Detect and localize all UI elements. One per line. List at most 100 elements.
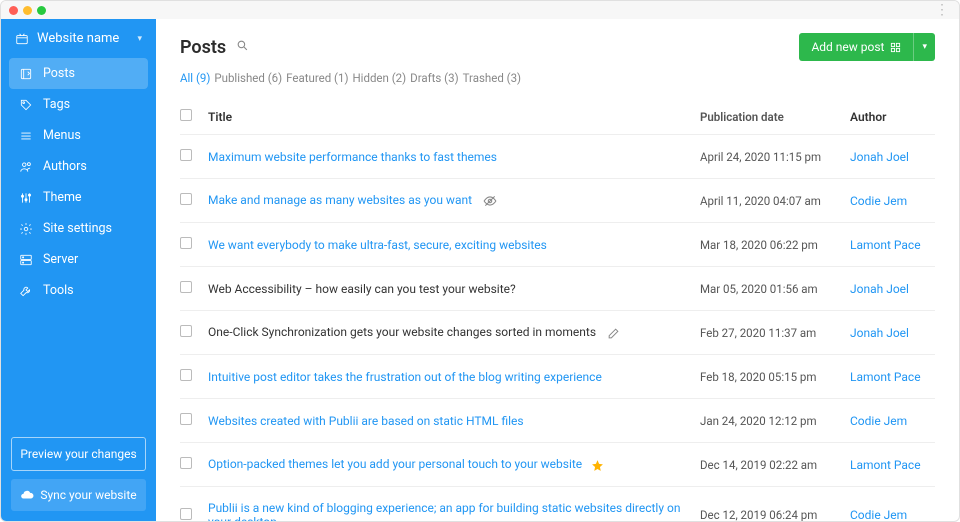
menu-icon: [19, 129, 33, 143]
post-date: Feb 18, 2020 05:15 pm: [700, 370, 850, 384]
add-post-dropdown[interactable]: ▾: [913, 33, 935, 61]
search-button[interactable]: [236, 39, 249, 56]
window-controls: [9, 6, 46, 15]
sidebar-item-tools[interactable]: Tools: [9, 275, 148, 306]
minimize-window-button[interactable]: [23, 6, 32, 15]
post-date: Mar 05, 2020 01:56 am: [700, 282, 850, 296]
filter-drafts[interactable]: Drafts (3): [410, 71, 458, 85]
sync-label: Sync your website: [40, 488, 136, 502]
draft-pencil-icon: [607, 327, 620, 340]
post-title-link[interactable]: Websites created with Publii are based o…: [208, 414, 524, 428]
sync-button[interactable]: Sync your website: [11, 479, 146, 511]
post-title-link[interactable]: Web Accessibility – how easily can you t…: [208, 282, 516, 296]
post-author-link[interactable]: Jonah Joel: [850, 282, 909, 296]
sidebar-item-label: Site settings: [43, 221, 112, 236]
featured-star-icon: [591, 459, 604, 472]
table-row: Web Accessibility – how easily can you t…: [180, 267, 935, 311]
row-checkbox[interactable]: [180, 508, 192, 520]
row-checkbox[interactable]: [180, 457, 192, 469]
sidebar-item-authors[interactable]: Authors: [9, 151, 148, 182]
preview-label: Preview your changes: [20, 447, 136, 461]
sidebar-item-label: Menus: [43, 128, 81, 143]
post-date: Dec 12, 2019 06:24 pm: [700, 508, 850, 521]
sidebar-item-label: Server: [43, 252, 78, 267]
table-row: Make and manage as many websites as you …: [180, 179, 935, 223]
more-menu-icon[interactable]: ⋮: [935, 3, 951, 17]
preview-button[interactable]: Preview your changes: [11, 437, 146, 471]
post-title-link[interactable]: Publii is a new kind of blogging experie…: [208, 501, 680, 521]
maximize-window-button[interactable]: [37, 6, 46, 15]
table-row: One-Click Synchronization gets your webs…: [180, 311, 935, 355]
server-icon: [19, 253, 33, 267]
column-author[interactable]: Author: [850, 110, 935, 124]
posts-icon: [19, 67, 33, 81]
post-title-link[interactable]: Option-packed themes let you add your pe…: [208, 457, 582, 471]
gear-icon: [19, 222, 33, 236]
post-title-link[interactable]: One-Click Synchronization gets your webs…: [208, 325, 596, 339]
select-all-checkbox[interactable]: [180, 109, 192, 121]
search-icon: [236, 39, 249, 52]
row-checkbox[interactable]: [180, 369, 192, 381]
post-title-link[interactable]: Maximum website performance thanks to fa…: [208, 150, 497, 164]
nav-list: Posts Tags Menus Authors Theme Site settings S…: [1, 58, 156, 306]
table-row: We want everybody to make ultra-fast, se…: [180, 223, 935, 267]
posts-table: Title Publication date Author Maximum we…: [180, 99, 935, 521]
post-date: Mar 18, 2020 06:22 pm: [700, 238, 850, 252]
add-post-group: Add new post ▾: [799, 33, 935, 61]
post-author-link[interactable]: Lamont Pace: [850, 238, 921, 252]
row-checkbox[interactable]: [180, 237, 192, 249]
page-title: Posts: [180, 37, 226, 58]
post-date: Dec 14, 2019 02:22 am: [700, 458, 850, 472]
sidebar-item-label: Tools: [43, 283, 74, 298]
post-author-link[interactable]: Lamont Pace: [850, 458, 921, 472]
post-author-link[interactable]: Codie Jem: [850, 508, 907, 521]
sidebar-item-menus[interactable]: Menus: [9, 120, 148, 151]
filter-all[interactable]: All (9): [180, 71, 210, 85]
sidebar-item-posts[interactable]: Posts: [9, 58, 148, 89]
user-icon: [19, 160, 33, 174]
post-date: Feb 27, 2020 11:37 am: [700, 326, 850, 340]
column-date[interactable]: Publication date: [700, 110, 850, 124]
filter-published[interactable]: Published (6): [214, 71, 282, 85]
sidebar-item-server[interactable]: Server: [9, 244, 148, 275]
table-row: Publii is a new kind of blogging experie…: [180, 487, 935, 521]
post-title-link[interactable]: We want everybody to make ultra-fast, se…: [208, 238, 547, 252]
table-row: Websites created with Publii are based o…: [180, 399, 935, 443]
post-date: Jan 24, 2020 12:12 pm: [700, 414, 850, 428]
sidebar: Website name ▾ Posts Tags Menus Authors Them…: [1, 19, 156, 521]
sidebar-item-theme[interactable]: Theme: [9, 182, 148, 213]
hidden-eye-icon: [483, 194, 497, 208]
post-author-link[interactable]: Codie Jem: [850, 414, 907, 428]
row-checkbox[interactable]: [180, 281, 192, 293]
site-selector[interactable]: Website name ▾: [1, 19, 156, 58]
row-checkbox[interactable]: [180, 193, 192, 205]
row-checkbox[interactable]: [180, 413, 192, 425]
window-titlebar: ⋮: [1, 1, 959, 19]
filter-trashed[interactable]: Trashed (3): [463, 71, 521, 85]
sidebar-item-site-settings[interactable]: Site settings: [9, 213, 148, 244]
sidebar-item-label: Tags: [43, 97, 70, 112]
cloud-sync-icon: [20, 488, 34, 502]
table-row: Maximum website performance thanks to fa…: [180, 135, 935, 179]
post-author-link[interactable]: Lamont Pace: [850, 370, 921, 384]
table-row: Intuitive post editor takes the frustrat…: [180, 355, 935, 399]
row-checkbox[interactable]: [180, 149, 192, 161]
post-author-link[interactable]: Jonah Joel: [850, 326, 909, 340]
sidebar-item-label: Authors: [43, 159, 87, 174]
post-author-link[interactable]: Jonah Joel: [850, 150, 909, 164]
main-content: Posts Add new post ▾ All (9) Published (6…: [156, 19, 959, 521]
post-title-link[interactable]: Make and manage as many websites as you …: [208, 193, 472, 207]
filter-hidden[interactable]: Hidden (2): [352, 71, 406, 85]
filter-featured[interactable]: Featured (1): [286, 71, 348, 85]
column-title[interactable]: Title: [208, 110, 700, 124]
add-post-button[interactable]: Add new post: [799, 33, 913, 61]
sidebar-item-label: Theme: [43, 190, 82, 205]
post-author-link[interactable]: Codie Jem: [850, 194, 907, 208]
sidebar-item-tags[interactable]: Tags: [9, 89, 148, 120]
post-title-link[interactable]: Intuitive post editor takes the frustrat…: [208, 370, 602, 384]
close-window-button[interactable]: [9, 6, 18, 15]
tag-icon: [19, 98, 33, 112]
row-checkbox[interactable]: [180, 325, 192, 337]
grid-icon: [890, 42, 901, 53]
status-filters: All (9) Published (6) Featured (1) Hidden (…: [180, 71, 935, 85]
